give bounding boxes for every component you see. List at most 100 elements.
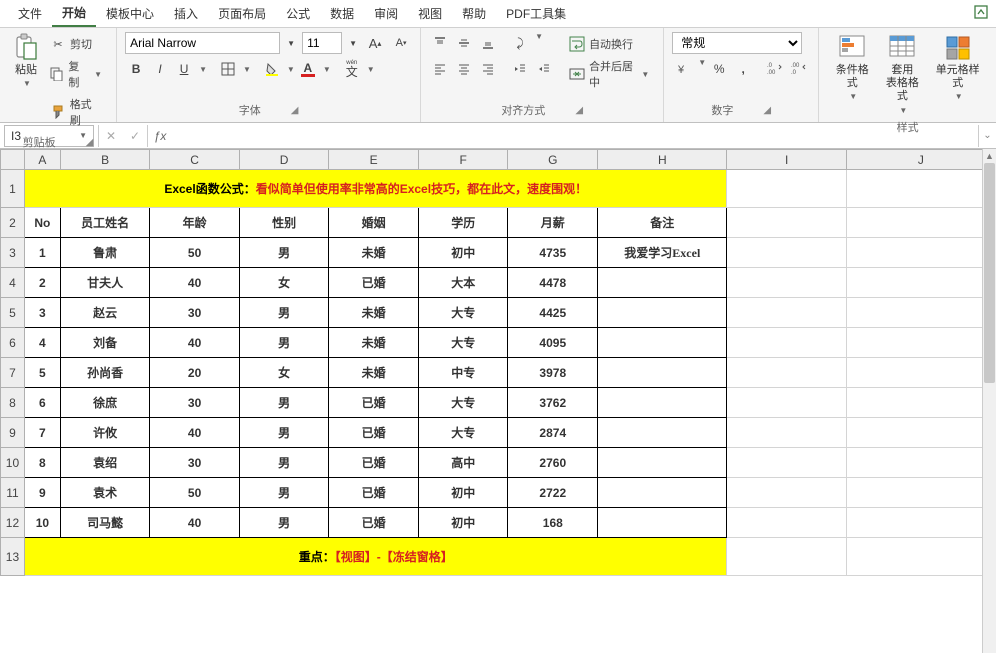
- cell[interactable]: 初中: [418, 508, 508, 538]
- cell[interactable]: 未婚: [329, 358, 419, 388]
- menu-pdf[interactable]: PDF工具集: [496, 1, 576, 26]
- row-header[interactable]: 2: [1, 208, 25, 238]
- menu-data[interactable]: 数据: [320, 1, 364, 26]
- font-color-button[interactable]: A: [297, 58, 319, 80]
- cell[interactable]: [727, 448, 846, 478]
- chevron-down-icon[interactable]: ▼: [243, 65, 251, 74]
- merge-center-button[interactable]: 合并后居中▼: [567, 56, 651, 92]
- cell[interactable]: 学历: [418, 208, 508, 238]
- cell[interactable]: 3762: [508, 388, 598, 418]
- font-name-input[interactable]: [125, 32, 280, 54]
- cell[interactable]: 男: [239, 328, 329, 358]
- col-header[interactable]: H: [598, 150, 727, 170]
- cell[interactable]: [727, 538, 846, 576]
- cell[interactable]: 未婚: [329, 328, 419, 358]
- cell[interactable]: 女: [239, 268, 329, 298]
- cell[interactable]: 初中: [418, 478, 508, 508]
- cell[interactable]: 孙尚香: [60, 358, 150, 388]
- cell[interactable]: 8: [24, 448, 60, 478]
- cell[interactable]: 我爱学习Excel: [598, 238, 727, 268]
- cell[interactable]: [846, 418, 995, 448]
- decrease-decimal-button[interactable]: .00.0: [788, 58, 810, 80]
- font-size-input[interactable]: [302, 32, 342, 54]
- cell[interactable]: 20: [150, 358, 240, 388]
- cell[interactable]: 已婚: [329, 508, 419, 538]
- cell[interactable]: [727, 298, 846, 328]
- cell[interactable]: [727, 238, 846, 268]
- currency-button[interactable]: ¥: [672, 58, 694, 80]
- cell[interactable]: 员工姓名: [60, 208, 150, 238]
- col-header[interactable]: F: [418, 150, 508, 170]
- cut-button[interactable]: ✂剪切: [48, 34, 104, 54]
- phonetic-button[interactable]: wén文: [341, 58, 363, 80]
- cell[interactable]: 40: [150, 508, 240, 538]
- row-header[interactable]: 6: [1, 328, 25, 358]
- cell[interactable]: 10: [24, 508, 60, 538]
- cell[interactable]: 徐庶: [60, 388, 150, 418]
- cell[interactable]: 已婚: [329, 268, 419, 298]
- cell[interactable]: 大专: [418, 388, 508, 418]
- collapse-ribbon-icon[interactable]: [966, 1, 996, 26]
- fill-color-button[interactable]: [261, 58, 283, 80]
- row-header[interactable]: 9: [1, 418, 25, 448]
- cell[interactable]: [727, 388, 846, 418]
- cell[interactable]: 年龄: [150, 208, 240, 238]
- cell[interactable]: [846, 358, 995, 388]
- dialog-launcher-icon[interactable]: ◢: [86, 137, 94, 148]
- cell[interactable]: 大专: [418, 328, 508, 358]
- cell[interactable]: [846, 478, 995, 508]
- menu-pagelayout[interactable]: 页面布局: [208, 1, 276, 26]
- copy-button[interactable]: 复制▼: [48, 56, 104, 92]
- cell[interactable]: 甘夫人: [60, 268, 150, 298]
- cell[interactable]: 性别: [239, 208, 329, 238]
- cell[interactable]: [598, 448, 727, 478]
- dialog-launcher-icon[interactable]: ◢: [291, 105, 299, 116]
- cell[interactable]: 3: [24, 298, 60, 328]
- cell[interactable]: 刘备: [60, 328, 150, 358]
- cell[interactable]: [846, 448, 995, 478]
- row-header[interactable]: 5: [1, 298, 25, 328]
- bold-button[interactable]: B: [125, 58, 147, 80]
- decrease-font-button[interactable]: A▾: [390, 32, 412, 54]
- conditional-format-button[interactable]: 条件格式▼: [827, 32, 877, 103]
- cell[interactable]: 备注: [598, 208, 727, 238]
- menu-help[interactable]: 帮助: [452, 1, 496, 26]
- cell[interactable]: [727, 478, 846, 508]
- scrollbar-thumb[interactable]: [984, 163, 995, 383]
- cell[interactable]: 男: [239, 418, 329, 448]
- scroll-up-icon[interactable]: ▲: [983, 149, 996, 163]
- cell[interactable]: 5: [24, 358, 60, 388]
- table-style-button[interactable]: 套用 表格格式▼: [877, 32, 927, 117]
- border-button[interactable]: [217, 58, 239, 80]
- chevron-down-icon[interactable]: ▼: [535, 32, 543, 54]
- cell[interactable]: [846, 538, 995, 576]
- cell[interactable]: 男: [239, 508, 329, 538]
- cell[interactable]: [727, 418, 846, 448]
- cell[interactable]: 袁术: [60, 478, 150, 508]
- comma-button[interactable]: ,: [732, 58, 754, 80]
- row-header[interactable]: 8: [1, 388, 25, 418]
- percent-button[interactable]: %: [708, 58, 730, 80]
- vertical-scrollbar[interactable]: ▲: [982, 149, 996, 653]
- row-header[interactable]: 12: [1, 508, 25, 538]
- row-header[interactable]: 7: [1, 358, 25, 388]
- cell[interactable]: 大专: [418, 418, 508, 448]
- cell[interactable]: 赵云: [60, 298, 150, 328]
- menu-review[interactable]: 审阅: [364, 1, 408, 26]
- cell[interactable]: 30: [150, 448, 240, 478]
- row-header[interactable]: 13: [1, 538, 25, 576]
- col-header[interactable]: B: [60, 150, 150, 170]
- cell[interactable]: [846, 208, 995, 238]
- menu-formula[interactable]: 公式: [276, 1, 320, 26]
- cell[interactable]: 袁绍: [60, 448, 150, 478]
- cell[interactable]: [727, 268, 846, 298]
- cell[interactable]: 1: [24, 238, 60, 268]
- cell[interactable]: 6: [24, 388, 60, 418]
- cell[interactable]: 30: [150, 298, 240, 328]
- cell[interactable]: 9: [24, 478, 60, 508]
- cell-style-button[interactable]: 单元格样式▼: [927, 32, 988, 103]
- chevron-down-icon[interactable]: ▼: [323, 65, 331, 74]
- cell[interactable]: [727, 208, 846, 238]
- cell[interactable]: 大本: [418, 268, 508, 298]
- cell[interactable]: 40: [150, 328, 240, 358]
